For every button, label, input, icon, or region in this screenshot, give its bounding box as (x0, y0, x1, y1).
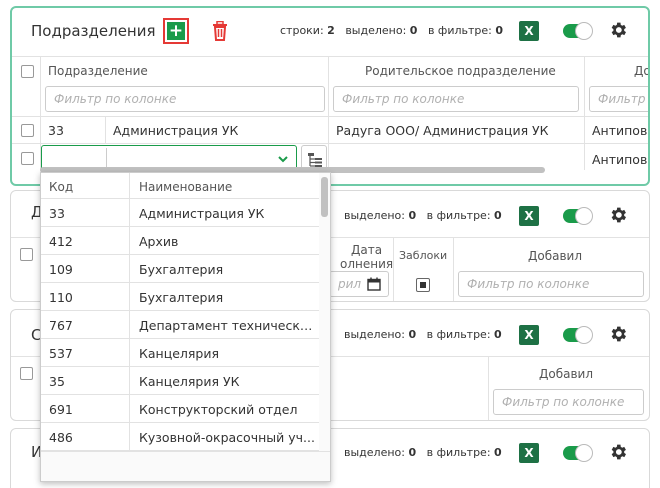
gear-icon[interactable] (608, 20, 628, 40)
column-header-subdivision[interactable]: Подразделение (48, 64, 148, 78)
chevron-down-icon[interactable] (278, 154, 288, 164)
excel-export-button[interactable]: X (519, 443, 539, 463)
dropdown-item[interactable]: 486 Кузовной-окрасочный уч... (41, 423, 319, 451)
filter-input-added[interactable]: Фильтр по колонке (458, 271, 644, 297)
filter-input-parent[interactable]: Фильтр по колонке (333, 86, 579, 112)
filter-input-added[interactable]: Фильтр по колонке (493, 389, 644, 415)
dropdown-footer (41, 451, 330, 481)
dropdown-item[interactable]: 691 Конструкторский отдел (41, 395, 319, 423)
row-checkbox[interactable] (21, 124, 34, 137)
excel-export-button[interactable]: X (519, 206, 539, 226)
column-header-blocked[interactable]: Заблоки (399, 249, 447, 262)
toggle-switch[interactable] (563, 444, 593, 462)
toggle-switch[interactable] (563, 207, 593, 225)
column-header-cut[interactable]: До (634, 64, 648, 78)
row-author: Антипов (592, 152, 648, 167)
plus-icon: + (167, 21, 185, 41)
dropdown-item[interactable]: 537 Канцелярия (41, 339, 319, 367)
dropdown-header: Код Наименование (41, 173, 319, 199)
dropdown-col-name: Наименование (139, 180, 233, 194)
toggle-switch[interactable] (563, 22, 593, 40)
blocked-filter-checkbox[interactable] (416, 278, 430, 292)
row-checkbox[interactable] (21, 152, 34, 165)
dropdown-col-code: Код (49, 180, 74, 194)
select-all-checkbox[interactable] (20, 367, 33, 380)
subdivision-dropdown-list: Код Наименование 33 Администрация УК 412 А… (40, 172, 331, 482)
dropdown-item[interactable]: 110 Бухгалтерия (41, 283, 319, 311)
toggle-switch[interactable] (563, 326, 593, 344)
dropdown-item[interactable]: 767 Департамент техническо... (41, 311, 319, 339)
panel-stats: выделено: 0 в фильтре: 0 (344, 209, 502, 222)
gear-icon[interactable] (608, 442, 628, 462)
dropdown-item[interactable]: 412 Архив (41, 227, 319, 255)
row-code: 33 (48, 123, 64, 138)
select-all-checkbox[interactable] (21, 65, 34, 78)
dropdown-vertical-scrollbar[interactable] (321, 177, 328, 217)
column-header-parent[interactable]: Родительское подразделение (365, 64, 556, 78)
dropdown-item[interactable]: 33 Администрация УК (41, 199, 319, 227)
tree-icon (308, 153, 322, 167)
filter-input-cut[interactable]: Фильтр по (589, 86, 648, 112)
row-name: Администрация УК (113, 123, 239, 138)
column-header-added[interactable]: Добавил (528, 249, 582, 263)
panel-title: Подразделения (31, 22, 156, 40)
panel-stats: выделено: 0 в фильтре: 0 (344, 328, 502, 341)
add-button[interactable]: + (163, 18, 189, 44)
excel-export-button[interactable]: X (519, 325, 539, 345)
column-header-date[interactable]: Дата олнения (340, 243, 393, 271)
dropdown-item[interactable]: 35 Канцелярия УК (41, 367, 319, 395)
filter-input-subdivision[interactable]: Фильтр по колонке (45, 86, 325, 112)
column-header-added[interactable]: Добавил (539, 367, 593, 381)
excel-export-button[interactable]: X (519, 21, 539, 41)
gear-icon[interactable] (608, 324, 628, 344)
gear-icon[interactable] (608, 205, 628, 225)
row-parent: Радуга ООО/ Администрация УК (336, 123, 549, 138)
row-author: Антипов (592, 123, 648, 138)
dropdown-item[interactable]: 109 Бухгалтерия (41, 255, 319, 283)
trash-icon[interactable] (212, 21, 228, 41)
rows-count: строки: 2 выделено: 0 в фильтре: 0 (280, 24, 504, 37)
calendar-icon[interactable] (367, 277, 381, 291)
panel-stats: выделено: 0 в фильтре: 0 (344, 446, 502, 459)
select-all-checkbox[interactable] (20, 248, 33, 261)
